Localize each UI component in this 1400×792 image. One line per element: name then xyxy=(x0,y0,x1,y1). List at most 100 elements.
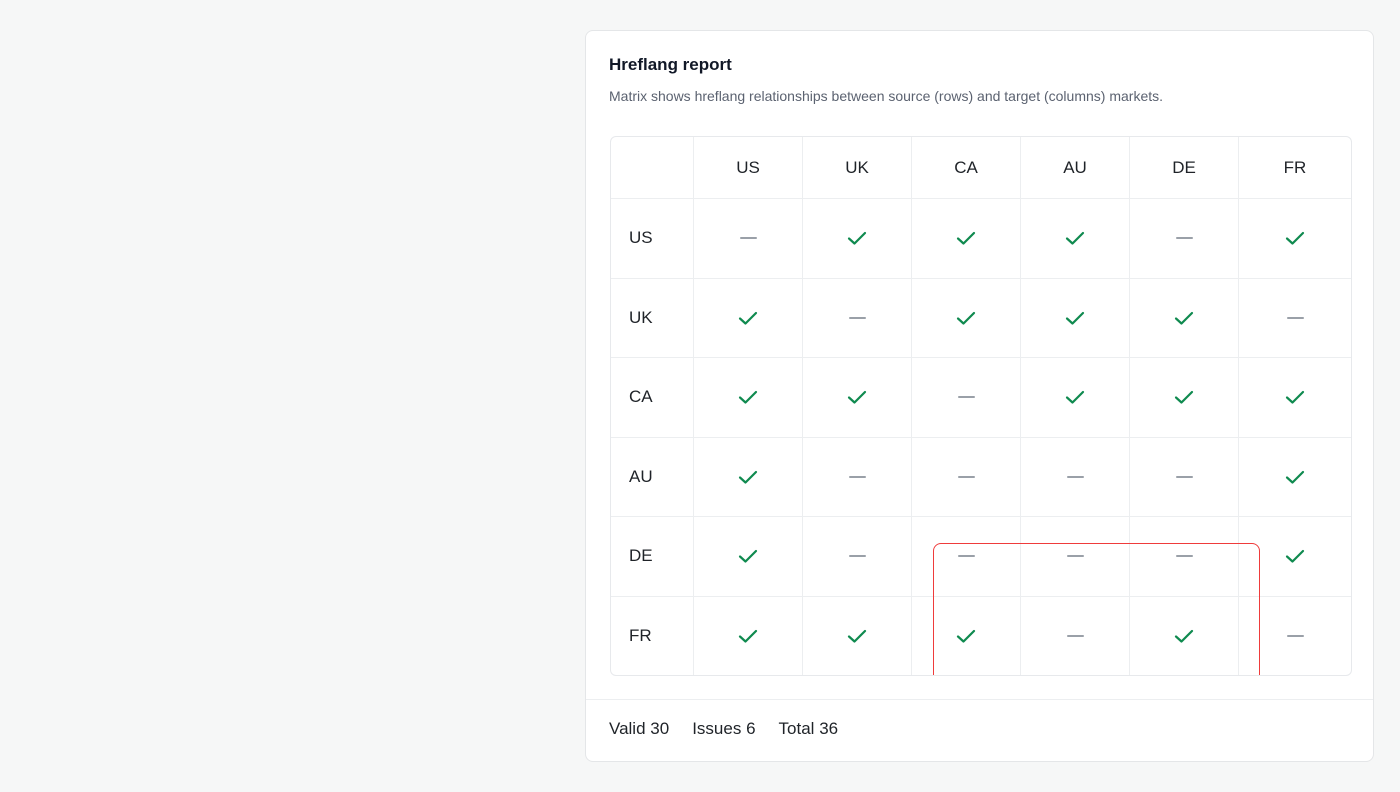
matrix-cell xyxy=(1021,199,1130,279)
check-icon xyxy=(738,630,758,643)
matrix-cell xyxy=(803,278,912,358)
matrix-cell xyxy=(1239,517,1351,597)
check-icon xyxy=(1065,232,1085,245)
total-label: Total xyxy=(778,719,815,738)
check-icon xyxy=(1285,550,1305,563)
matrix-cell xyxy=(1130,596,1239,675)
matrix-cell xyxy=(1021,358,1130,438)
row-header: US xyxy=(611,199,694,279)
dash-icon xyxy=(1066,555,1084,558)
check-icon xyxy=(738,550,758,563)
row-header: UK xyxy=(611,278,694,358)
dash-icon xyxy=(1066,475,1084,478)
matrix-cell xyxy=(912,278,1021,358)
matrix-cell xyxy=(1239,199,1351,279)
matrix-cell xyxy=(803,199,912,279)
dash-icon xyxy=(848,316,866,319)
matrix-cell xyxy=(1130,517,1239,597)
check-icon xyxy=(1065,391,1085,404)
footer-divider xyxy=(586,699,1373,700)
card-subtitle: Matrix shows hreflang relationships betw… xyxy=(609,88,1164,104)
matrix-cell xyxy=(694,358,803,438)
check-icon xyxy=(956,311,976,325)
dash-icon xyxy=(1175,555,1193,558)
check-icon xyxy=(956,630,976,643)
check-icon xyxy=(1174,391,1194,404)
matrix-cell xyxy=(803,437,912,517)
matrix-cell xyxy=(694,278,803,358)
dash-icon xyxy=(957,396,975,399)
matrix-cell xyxy=(912,517,1021,597)
valid-label: Valid xyxy=(609,719,646,738)
dash-icon xyxy=(1175,475,1193,478)
check-icon xyxy=(847,391,867,404)
matrix-cell xyxy=(1130,199,1239,279)
matrix-cell xyxy=(1239,279,1351,358)
matrix-cell xyxy=(912,437,1021,517)
matrix-cell xyxy=(1021,517,1130,597)
check-icon xyxy=(1174,630,1194,643)
matrix-cell xyxy=(803,358,912,438)
matrix-cell xyxy=(1021,437,1130,517)
dash-icon xyxy=(1286,635,1304,638)
row-header: AU xyxy=(611,437,694,517)
matrix-cell xyxy=(803,517,912,597)
check-icon xyxy=(1065,311,1085,325)
issues-stat: Issues 6 xyxy=(692,719,755,739)
summary-footer: Valid 30 Issues 6 Total 36 xyxy=(609,719,838,739)
valid-count: 30 xyxy=(650,719,670,738)
hreflang-matrix: US UK CA AU DE FR US UK CA AU DE FR xyxy=(610,136,1352,676)
matrix-cell xyxy=(912,358,1021,438)
column-header: UK xyxy=(803,137,912,199)
check-icon xyxy=(738,470,758,484)
matrix-cell xyxy=(1021,278,1130,358)
matrix-cell xyxy=(912,596,1021,675)
check-icon xyxy=(738,391,758,404)
row-header: DE xyxy=(611,517,694,597)
matrix-cell xyxy=(1130,437,1239,517)
dash-icon xyxy=(1066,635,1084,638)
column-header: US xyxy=(694,137,803,199)
dash-icon xyxy=(1286,316,1304,319)
dash-icon xyxy=(1175,237,1193,240)
column-header: FR xyxy=(1239,137,1351,199)
matrix-cell xyxy=(1239,358,1351,438)
matrix-corner xyxy=(611,137,694,199)
row-header: CA xyxy=(611,358,694,438)
check-icon xyxy=(1174,311,1194,325)
check-icon xyxy=(1285,391,1305,404)
matrix-cell xyxy=(694,437,803,517)
matrix-cell xyxy=(694,517,803,597)
matrix-cell xyxy=(694,199,803,279)
total-stat: Total 36 xyxy=(779,719,839,739)
issues-count: 6 xyxy=(746,719,756,738)
check-icon xyxy=(738,311,758,325)
total-count: 36 xyxy=(819,719,839,738)
matrix-cell xyxy=(1239,597,1351,676)
dash-icon xyxy=(848,555,866,558)
matrix-cell xyxy=(1021,596,1130,675)
matrix-cell xyxy=(912,199,1021,279)
matrix-cell xyxy=(803,596,912,675)
valid-stat: Valid 30 xyxy=(609,719,669,739)
check-icon xyxy=(956,232,976,245)
matrix-cell xyxy=(1130,278,1239,358)
dash-icon xyxy=(848,475,866,478)
matrix-cell xyxy=(1239,438,1351,517)
check-icon xyxy=(1285,232,1305,245)
dash-icon xyxy=(957,555,975,558)
check-icon xyxy=(847,630,867,643)
matrix-cell xyxy=(694,596,803,675)
column-header: CA xyxy=(912,137,1021,199)
card-title: Hreflang report xyxy=(609,55,732,74)
hreflang-report-card: Hreflang report Matrix shows hreflang re… xyxy=(585,30,1374,762)
check-icon xyxy=(1285,470,1305,484)
dash-icon xyxy=(957,475,975,478)
column-header: DE xyxy=(1130,137,1239,199)
matrix-grid: US UK CA AU DE FR US UK CA AU DE FR xyxy=(611,137,1351,675)
issues-label: Issues xyxy=(692,719,742,738)
row-header: FR xyxy=(611,596,694,675)
matrix-cell xyxy=(1130,358,1239,438)
dash-icon xyxy=(739,237,757,240)
check-icon xyxy=(847,232,867,245)
